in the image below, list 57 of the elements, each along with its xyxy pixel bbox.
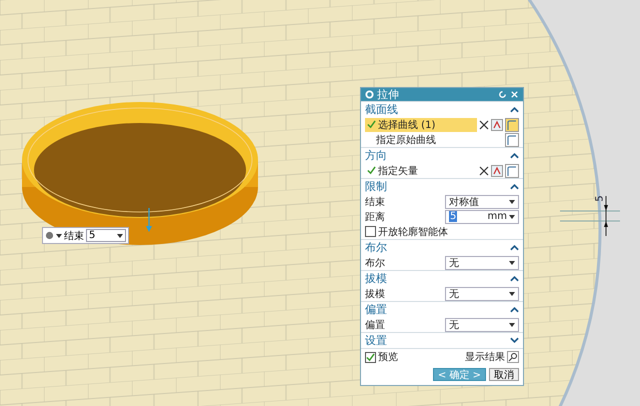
collapse-icon[interactable]	[510, 275, 519, 282]
curve-icon[interactable]	[505, 132, 519, 146]
reset-icon[interactable]	[498, 90, 507, 99]
collapse-icon[interactable]	[510, 183, 519, 190]
caret-icon	[509, 260, 515, 264]
check-icon	[366, 352, 375, 362]
dropdown[interactable]: 无	[445, 286, 519, 300]
section-header[interactable]: 布尔	[365, 240, 387, 255]
window-title: 拉伸	[377, 87, 399, 102]
caret-icon	[56, 234, 62, 238]
selection-row[interactable]: 选择曲线 (1)	[365, 118, 477, 132]
close-icon[interactable]	[510, 90, 519, 99]
dropdown[interactable]: 无	[445, 256, 519, 270]
section-header[interactable]: 偏置	[365, 302, 387, 317]
field-label: 距离	[365, 210, 385, 224]
show-result-label: 显示结果	[465, 350, 505, 364]
caret-icon	[509, 200, 515, 204]
curve-icon[interactable]	[505, 118, 519, 132]
dropdown[interactable]: 无	[445, 318, 519, 332]
search-icon[interactable]	[507, 351, 519, 363]
section-header[interactable]: 截面线	[365, 102, 398, 117]
field-label: 结束	[365, 196, 385, 208]
section-header[interactable]: 方向	[365, 148, 387, 163]
checkbox[interactable]	[365, 352, 376, 362]
curve-icon[interactable]	[505, 164, 519, 178]
field-label: 拔模	[365, 288, 385, 300]
collapse-icon[interactable]	[510, 106, 519, 113]
field-label: 结束	[64, 230, 84, 242]
dimension-label: 5	[594, 195, 606, 202]
tool-icon[interactable]	[491, 118, 503, 130]
checkbox-label: 预览	[378, 351, 398, 364]
field-label: 偏置	[365, 318, 385, 332]
caret-icon	[509, 214, 515, 218]
collapse-icon[interactable]	[510, 306, 519, 313]
caret-icon	[117, 234, 123, 238]
checkbox[interactable]	[365, 226, 376, 237]
expand-icon[interactable]	[510, 337, 519, 344]
dimension-drawing	[560, 196, 620, 236]
checkbox-label: 开放轮廓智能体	[378, 226, 448, 238]
cross-icon[interactable]	[479, 120, 489, 130]
caret-icon	[509, 292, 515, 296]
cross-icon[interactable]	[479, 166, 489, 176]
field-label: 布尔	[365, 256, 385, 270]
collapse-icon[interactable]	[510, 244, 519, 251]
cancel-button[interactable]: 取消	[489, 368, 519, 381]
dropdown[interactable]: 对称值	[445, 194, 519, 208]
selection-row[interactable]: 指定矢量	[365, 164, 477, 178]
section-header[interactable]: 设置	[365, 333, 387, 348]
section-header[interactable]: 限制	[365, 179, 387, 194]
section-header[interactable]: 拔模	[365, 271, 387, 286]
selection-row[interactable]: 指定原始曲线	[365, 132, 503, 146]
tool-icon[interactable]	[491, 164, 503, 176]
caret-icon	[509, 322, 515, 326]
value-field[interactable]: 5	[86, 229, 126, 242]
distance-field[interactable]: 5 mm	[445, 210, 519, 224]
collapse-icon[interactable]	[510, 152, 519, 159]
vector-arrow-icon	[146, 208, 152, 232]
